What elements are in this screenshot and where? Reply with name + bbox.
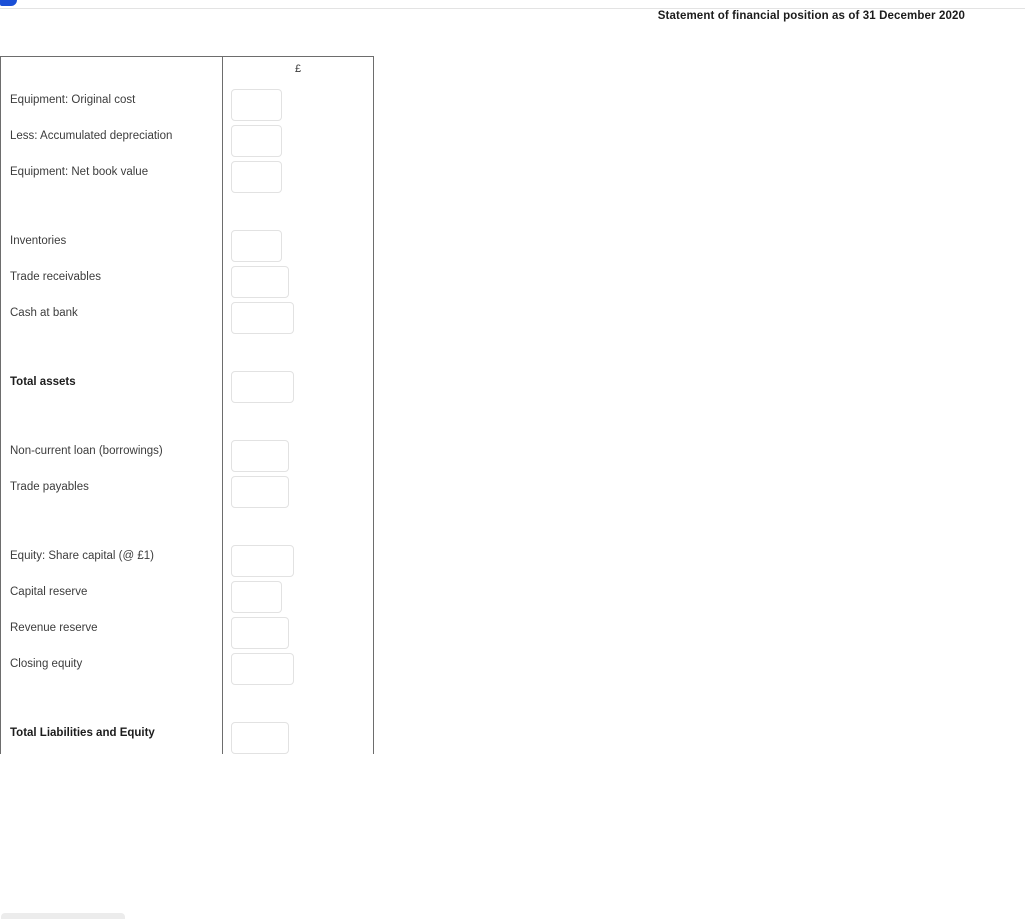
row-value-cell xyxy=(222,541,374,577)
row-label: Equity: Share capital (@ £1) xyxy=(0,541,223,577)
table-row: Inventories xyxy=(0,226,374,262)
row-label: Less: Accumulated depreciation xyxy=(0,121,223,157)
spacer-label-cell xyxy=(0,334,223,367)
row-value-cell xyxy=(222,472,374,508)
amount-input[interactable] xyxy=(231,722,289,754)
amount-input[interactable] xyxy=(231,653,294,685)
page-title: Statement of financial position as of 31… xyxy=(657,10,965,22)
row-label: Equipment: Net book value xyxy=(0,157,223,193)
table-row: Revenue reserve xyxy=(0,613,374,649)
table-row: Capital reserve xyxy=(0,577,374,613)
row-label: Equipment: Original cost xyxy=(0,85,223,121)
table-spacer-row xyxy=(0,508,374,541)
row-label: Total assets xyxy=(0,367,223,403)
spacer-value-cell xyxy=(222,403,374,436)
spacer-label-cell xyxy=(0,685,223,718)
table-row: Trade payables xyxy=(0,472,374,508)
spacer-label-cell xyxy=(0,403,223,436)
amount-input[interactable] xyxy=(231,476,289,508)
amount-input[interactable] xyxy=(231,125,282,157)
spacer-value-cell xyxy=(222,685,374,718)
amount-input[interactable] xyxy=(231,230,282,262)
spacer-label-cell xyxy=(0,508,223,541)
row-value-cell xyxy=(222,226,374,262)
table-header-row: £ xyxy=(0,56,374,85)
table-row: Non-current loan (borrowings) xyxy=(0,436,374,472)
table-body: Equipment: Original cost Less: Accumulate… xyxy=(0,85,374,754)
amount-input[interactable] xyxy=(231,89,282,121)
row-value-cell xyxy=(222,436,374,472)
row-value-cell xyxy=(222,298,374,334)
table-row: Cash at bank xyxy=(0,298,374,334)
row-value-cell xyxy=(222,577,374,613)
table-row: Total Liabilities and Equity xyxy=(0,718,374,754)
row-value-cell xyxy=(222,613,374,649)
row-label: Capital reserve xyxy=(0,577,223,613)
row-label: Trade receivables xyxy=(0,262,223,298)
row-value-cell xyxy=(222,121,374,157)
table-spacer-row xyxy=(0,403,374,436)
header-divider xyxy=(0,8,1025,9)
spacer-value-cell xyxy=(222,334,374,367)
row-label: Inventories xyxy=(0,226,223,262)
row-label: Trade payables xyxy=(0,472,223,508)
table-row: Total assets xyxy=(0,367,374,403)
row-label: Total Liabilities and Equity xyxy=(0,718,223,754)
amount-input[interactable] xyxy=(231,266,289,298)
table-spacer-row xyxy=(0,193,374,226)
row-label: Revenue reserve xyxy=(0,613,223,649)
table-row: Equity: Share capital (@ £1) xyxy=(0,541,374,577)
amount-input[interactable] xyxy=(231,371,294,403)
label-column-header xyxy=(0,56,223,85)
spacer-value-cell xyxy=(222,508,374,541)
row-value-cell xyxy=(222,85,374,121)
amount-input[interactable] xyxy=(231,581,282,613)
amount-input[interactable] xyxy=(231,440,289,472)
row-value-cell xyxy=(222,262,374,298)
row-label: Closing equity xyxy=(0,649,223,685)
row-value-cell xyxy=(222,718,374,754)
row-value-cell xyxy=(222,157,374,193)
amount-input[interactable] xyxy=(231,545,294,577)
app-logo-icon xyxy=(0,0,17,6)
statement-of-financial-position-table: £ Equipment: Original cost Less: Accumula… xyxy=(0,56,374,754)
table-row: Closing equity xyxy=(0,649,374,685)
spacer-label-cell xyxy=(0,193,223,226)
amount-input[interactable] xyxy=(231,302,294,334)
row-value-cell xyxy=(222,649,374,685)
row-value-cell xyxy=(222,367,374,403)
row-label: Cash at bank xyxy=(0,298,223,334)
table-row: Equipment: Original cost xyxy=(0,85,374,121)
table-spacer-row xyxy=(0,334,374,367)
table-spacer-row xyxy=(0,685,374,718)
amount-input[interactable] xyxy=(231,161,282,193)
table-row: Trade receivables xyxy=(0,262,374,298)
row-label: Non-current loan (borrowings) xyxy=(0,436,223,472)
currency-column-header: £ xyxy=(222,56,374,85)
spacer-value-cell xyxy=(222,193,374,226)
table-row: Equipment: Net book value xyxy=(0,157,374,193)
amount-input[interactable] xyxy=(231,617,289,649)
table-row: Less: Accumulated depreciation xyxy=(0,121,374,157)
bottom-progress-bar xyxy=(1,913,125,919)
